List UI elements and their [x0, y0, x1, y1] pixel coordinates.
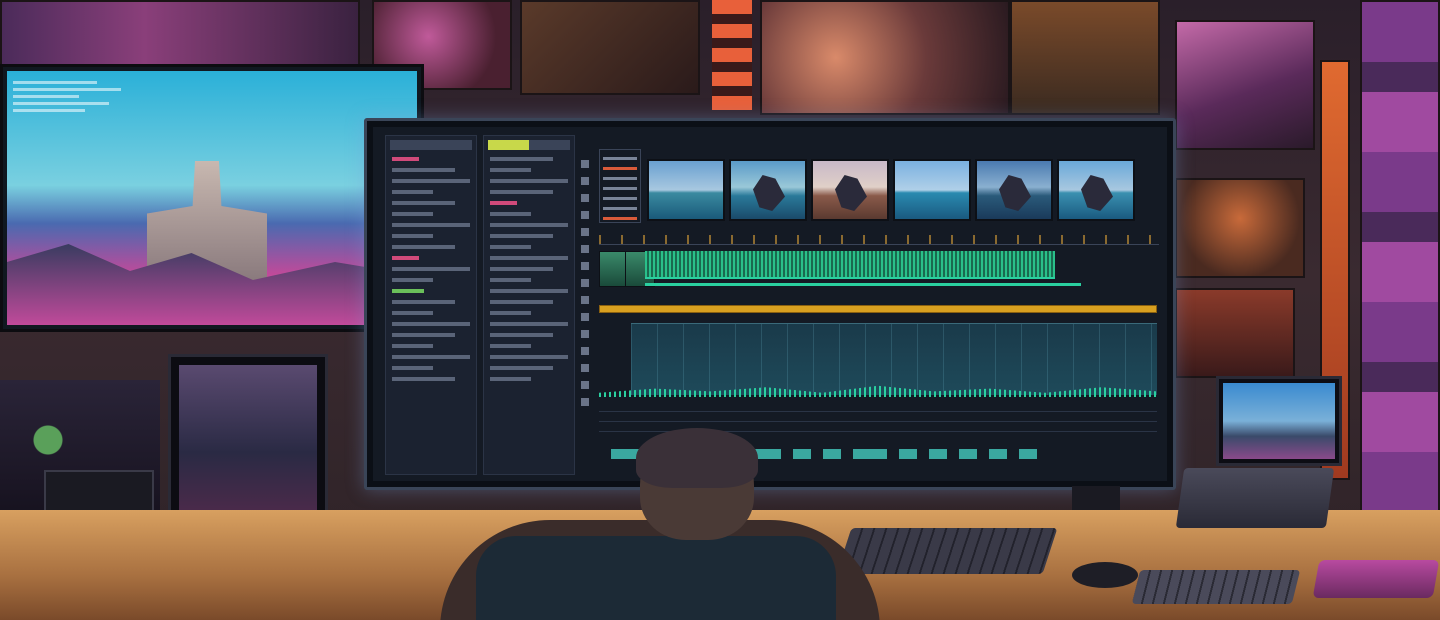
- slip-tool-icon[interactable]: [581, 228, 589, 236]
- media-browser-panel[interactable]: [385, 135, 477, 475]
- audio-track-lane[interactable]: [631, 323, 1157, 395]
- clip-thumbnail[interactable]: [975, 159, 1053, 221]
- settings-tool-icon[interactable]: [581, 398, 589, 406]
- laptop-screen: [1216, 376, 1342, 466]
- tool-strip[interactable]: [579, 151, 591, 461]
- secondary-keyboard: [1131, 570, 1301, 604]
- timeline-clip[interactable]: [793, 449, 811, 459]
- editing-workspace-scene: [0, 0, 1440, 620]
- pen-tool-icon[interactable]: [581, 245, 589, 253]
- audio-level-line: [645, 283, 1081, 286]
- link-tool-icon[interactable]: [581, 347, 589, 355]
- track-tool-icon[interactable]: [581, 296, 589, 304]
- work-area-bar[interactable]: [599, 305, 1157, 313]
- timeline-clip[interactable]: [899, 449, 917, 459]
- select-tool-icon[interactable]: [581, 160, 589, 168]
- video-editor-app[interactable]: [373, 127, 1167, 481]
- zoom-tool-icon[interactable]: [581, 211, 589, 219]
- timeline-clip[interactable]: [929, 449, 947, 459]
- main-monitor: [364, 118, 1176, 490]
- laptop-keyboard: [1175, 468, 1335, 528]
- timeline-clip[interactable]: [959, 449, 977, 459]
- timeline-clip[interactable]: [1019, 449, 1037, 459]
- rate-tool-icon[interactable]: [581, 330, 589, 338]
- timeline-clip[interactable]: [989, 449, 1007, 459]
- hand-tool-icon[interactable]: [581, 194, 589, 202]
- razor-tool-icon[interactable]: [581, 177, 589, 185]
- laptop: [1175, 376, 1342, 532]
- wall-poster: [1175, 20, 1315, 150]
- code-overlay: [13, 77, 133, 116]
- left-monitor-screen: [7, 71, 417, 325]
- chair-back: [476, 536, 836, 620]
- tablet-device: [168, 354, 328, 522]
- snap-tool-icon[interactable]: [581, 364, 589, 372]
- marker-tool-icon[interactable]: [581, 279, 589, 287]
- clip-thumbnail[interactable]: [1057, 159, 1135, 221]
- audio-clip[interactable]: [645, 251, 1055, 279]
- left-monitor: [0, 64, 424, 332]
- clip-thumbnails: [647, 159, 1135, 221]
- wall-poster: [1175, 288, 1295, 378]
- audio-tool-icon[interactable]: [581, 381, 589, 389]
- wall-poster: [1360, 0, 1440, 520]
- person-hair: [636, 428, 758, 488]
- timeline-clip[interactable]: [853, 449, 887, 459]
- text-tool-icon[interactable]: [581, 262, 589, 270]
- clip-thumbnail[interactable]: [729, 159, 807, 221]
- keyboard: [836, 528, 1058, 574]
- wall-light-strip: [712, 0, 752, 110]
- wall-poster: [1010, 0, 1160, 115]
- mouse: [1072, 562, 1138, 588]
- clip-thumbnail[interactable]: [811, 159, 889, 221]
- effects-panel[interactable]: [483, 135, 575, 475]
- timeline-clip[interactable]: [823, 449, 841, 459]
- timeline-ruler[interactable]: [599, 235, 1159, 245]
- pink-controller: [1312, 560, 1440, 598]
- source-viewer[interactable]: [599, 149, 641, 223]
- wall-poster: [1175, 178, 1305, 278]
- clip-thumbnail[interactable]: [893, 159, 971, 221]
- clip-thumbnail[interactable]: [647, 159, 725, 221]
- ripple-tool-icon[interactable]: [581, 313, 589, 321]
- wall-poster: [760, 0, 1010, 115]
- wall-poster: [520, 0, 700, 95]
